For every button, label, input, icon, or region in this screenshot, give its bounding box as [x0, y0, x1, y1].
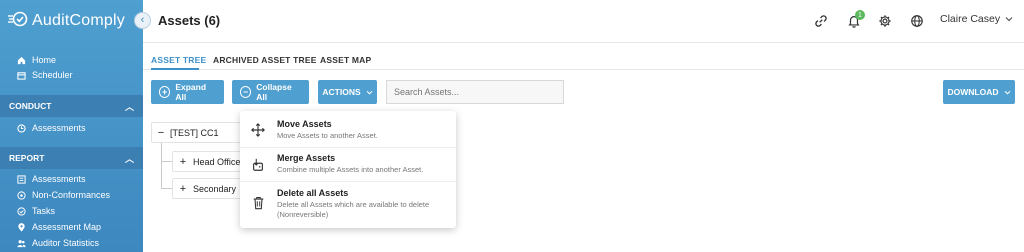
tree-connector: [161, 188, 172, 189]
menu-item-move-assets[interactable]: Move Assets Move Assets to another Asset…: [240, 113, 456, 147]
tree-node-label: Head Office: [193, 156, 241, 167]
menu-item-title: Delete all Assets: [277, 188, 349, 198]
calendar-icon: [17, 71, 26, 80]
expand-node-icon[interactable]: +: [173, 156, 193, 168]
expand-node-icon[interactable]: +: [173, 183, 193, 195]
tree-node-label: [TEST] CC1: [170, 127, 219, 138]
tree-connector: [161, 143, 162, 189]
download-button[interactable]: DOWNLOAD: [943, 80, 1015, 104]
chevron-down-icon: [1004, 87, 1011, 97]
sidebar-item-label: Tasks: [32, 206, 56, 216]
search-input[interactable]: [386, 80, 564, 104]
sidebar-item-label: Home: [32, 55, 57, 65]
gear-icon[interactable]: [877, 13, 893, 29]
chevron-down-icon: [366, 87, 373, 97]
sidebar-item-scheduler[interactable]: Scheduler: [17, 70, 73, 80]
user-menu[interactable]: Claire Casey: [940, 13, 1013, 25]
section-title: REPORT: [9, 153, 45, 163]
sidebar: AuditComply Home Scheduler CONDUCT ︿ Ass…: [0, 0, 143, 252]
menu-item-title: Merge Assets: [277, 153, 336, 163]
actions-menu: Move Assets Move Assets to another Asset…: [240, 111, 456, 228]
globe-icon[interactable]: [909, 13, 925, 29]
link-icon[interactable]: [813, 13, 829, 29]
chevron-up-icon: ︿: [124, 153, 134, 164]
sidebar-item-label: Auditor Statistics: [32, 238, 100, 248]
tree-node-label: Secondary: [193, 183, 237, 194]
section-title: CONDUCT: [9, 101, 52, 111]
tab-archived-asset-tree[interactable]: ARCHIVED ASSET TREE: [213, 55, 317, 65]
notification-bell-icon[interactable]: 1: [846, 10, 865, 29]
sidebar-item-tasks[interactable]: Tasks: [17, 206, 55, 216]
menu-item-description: Delete all Assets which are available to…: [277, 200, 430, 219]
sidebar-item-label: Assessments: [32, 123, 86, 133]
clock-icon: [17, 123, 26, 133]
plus-circle-icon: +: [159, 86, 171, 98]
brand-name: AuditComply: [32, 12, 125, 29]
collapse-all-button[interactable]: − Collapse All: [232, 80, 309, 104]
minus-circle-icon: −: [240, 86, 252, 98]
sidebar-item-label: Assessments: [32, 174, 86, 184]
users-icon: [17, 239, 26, 248]
logo-icon: [8, 11, 28, 32]
sidebar-item-assessment-map[interactable]: Assessment Map: [17, 222, 101, 232]
sidebar-item-non-conformances[interactable]: Non-Conformances: [17, 190, 110, 200]
tab-asset-tree[interactable]: ASSET TREE: [151, 55, 206, 65]
menu-item-title: Move Assets: [277, 119, 332, 129]
menu-item-merge-assets[interactable]: Merge Assets Combine multiple Assets int…: [240, 148, 456, 182]
trash-icon: [251, 196, 265, 210]
merge-icon: [251, 158, 265, 172]
tab-asset-map[interactable]: ASSET MAP: [320, 55, 371, 65]
sidebar-item-home[interactable]: Home: [17, 55, 56, 65]
asset-tabs: ASSET TREE ARCHIVED ASSET TREE ASSET MAP: [143, 44, 1024, 70]
button-label: DOWNLOAD: [947, 87, 999, 97]
chevron-down-icon: [1005, 13, 1013, 25]
sidebar-item-label: Non-Conformances: [32, 190, 111, 200]
sidebar-item-conduct-assessments[interactable]: Assessments: [17, 123, 86, 133]
active-tab-indicator: [151, 68, 199, 70]
chevron-up-icon: ︿: [124, 101, 134, 112]
collapse-node-icon[interactable]: −: [152, 127, 170, 139]
nonconformance-icon: [17, 190, 26, 200]
menu-item-delete-all-assets[interactable]: Delete all Assets Delete all Assets whic…: [240, 182, 456, 226]
tree-node[interactable]: + Secondary: [172, 178, 242, 199]
sidebar-collapse-button[interactable]: ‹: [134, 12, 151, 29]
top-bar: Assets (6) 1 Claire Casey: [143, 0, 1024, 43]
button-label: Expand All: [175, 82, 207, 102]
menu-item-description: Move Assets to another Asset.: [277, 131, 378, 140]
sidebar-item-auditor-statistics[interactable]: Auditor Statistics: [17, 238, 99, 248]
sidebar-section-report[interactable]: REPORT ︿: [0, 147, 143, 169]
sidebar-item-report-assessments[interactable]: Assessments: [17, 174, 86, 184]
user-name: Claire Casey: [940, 13, 1001, 25]
actions-dropdown-button[interactable]: ACTIONS: [318, 80, 377, 104]
page-title: Assets (6): [158, 13, 221, 28]
list-icon: [17, 174, 26, 184]
sidebar-item-label: Assessment Map: [32, 222, 102, 232]
sidebar-section-conduct[interactable]: CONDUCT ︿: [0, 95, 143, 117]
chevron-left-icon: ‹: [140, 14, 145, 26]
map-pin-icon: [17, 222, 26, 232]
tasks-icon: [17, 206, 26, 216]
home-icon: [17, 56, 26, 65]
notification-badge: 1: [855, 10, 865, 20]
tree-connector: [161, 161, 172, 162]
move-icon: [251, 123, 265, 137]
button-label: ACTIONS: [322, 87, 361, 97]
sidebar-item-label: Scheduler: [32, 70, 73, 80]
menu-item-description: Combine multiple Assets into another Ass…: [277, 165, 424, 174]
button-label: Collapse All: [256, 82, 292, 102]
expand-all-button[interactable]: + Expand All: [151, 80, 224, 104]
brand-logo[interactable]: AuditComply: [8, 10, 125, 32]
tree-node[interactable]: + Head Office: [172, 151, 242, 172]
